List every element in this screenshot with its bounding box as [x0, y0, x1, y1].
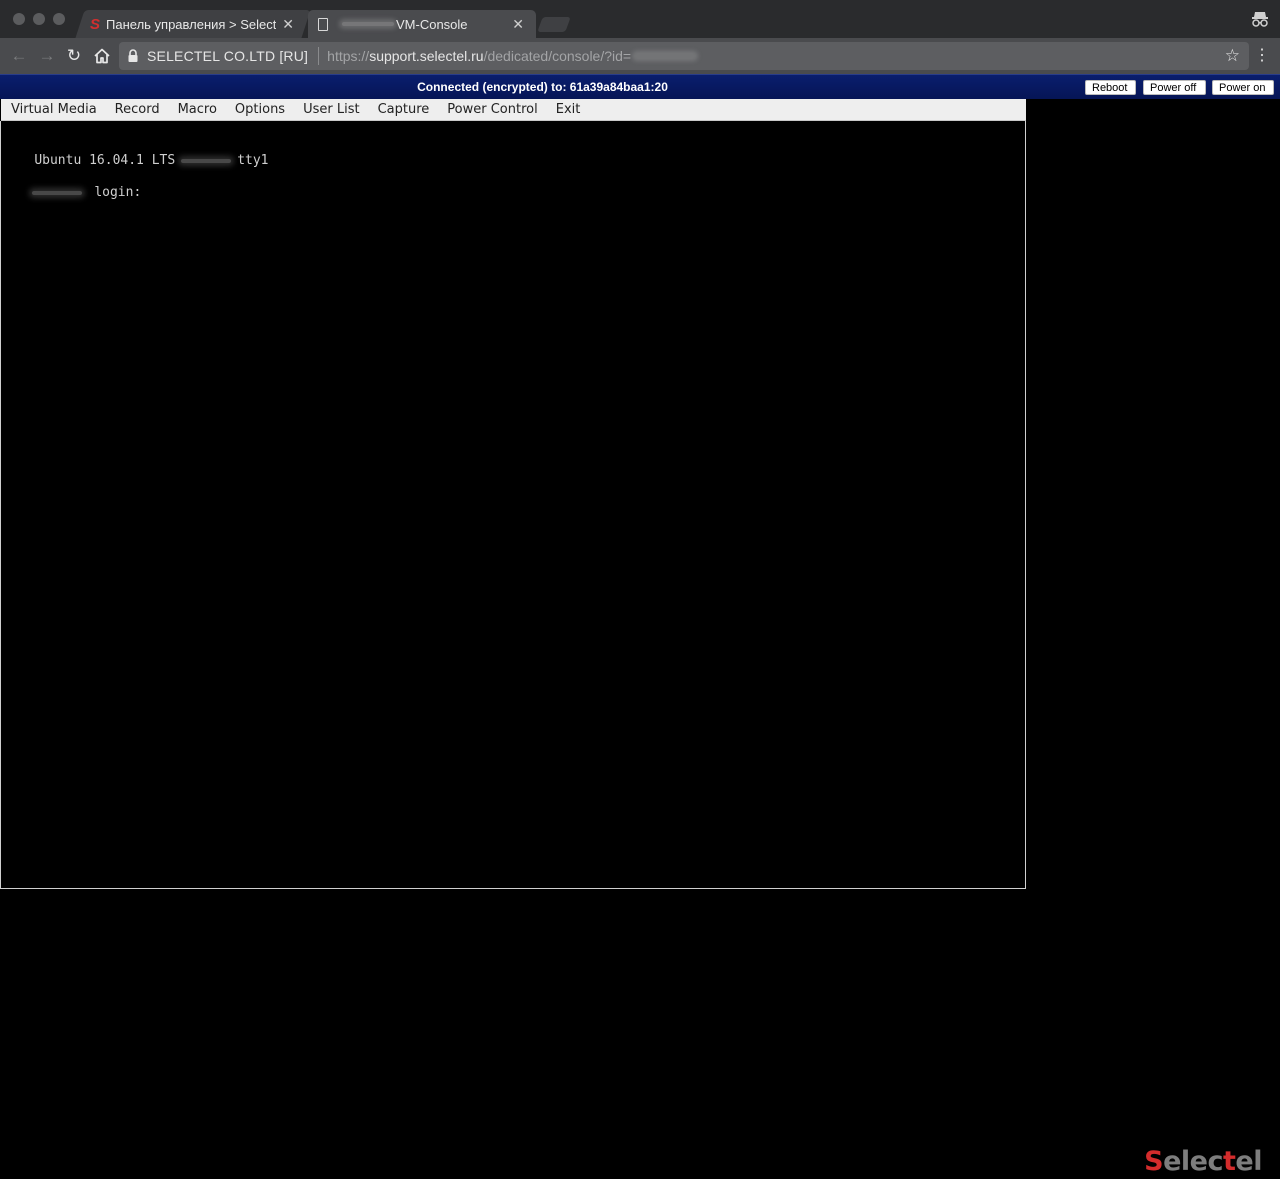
window-zoom-button[interactable] [53, 13, 65, 25]
login-prompt: login: [94, 185, 142, 200]
menu-user-list[interactable]: User List [294, 102, 369, 117]
redacted-text [635, 54, 696, 58]
window-close-button[interactable] [13, 13, 25, 25]
menu-exit[interactable]: Exit [547, 102, 590, 117]
console-line-login: login: [1, 170, 141, 215]
back-arrow-icon[interactable]: ← [9, 46, 29, 66]
url-path: /dedicated/console/?id= [483, 48, 632, 64]
menu-virtual-media[interactable]: Virtual Media [1, 102, 106, 117]
lock-icon [127, 48, 139, 64]
menu-macro[interactable]: Macro [169, 102, 226, 117]
redacted-text [342, 22, 394, 26]
reboot-button[interactable]: Reboot [1085, 80, 1136, 95]
menu-power-control[interactable]: Power Control [438, 102, 546, 117]
kvm-menu-bar: Virtual Media Record Macro Options User … [1, 99, 1026, 121]
tab-control-panel[interactable]: S Панель управления > Selecte ✕ [75, 10, 311, 38]
close-icon[interactable]: ✕ [512, 16, 524, 33]
selectel-logo: Selectel [1144, 1146, 1262, 1177]
document-icon [318, 17, 328, 31]
os-version-text: Ubuntu 16.04.1 LTS [34, 153, 176, 168]
redacted-hostname [181, 158, 232, 163]
browser-toolbar: ← → ↻ SELECTEL CO.LTD [RU] https:// supp… [0, 38, 1280, 74]
tab-title: Панель управления > Selecte [106, 16, 277, 32]
power-on-button[interactable]: Power on [1212, 80, 1274, 95]
selectel-s-icon: S [90, 15, 101, 33]
menu-capture[interactable]: Capture [369, 102, 439, 117]
forward-arrow-icon[interactable]: → [37, 46, 57, 66]
tab-vm-console[interactable]: VM-Console ✕ [308, 10, 536, 38]
reload-icon[interactable]: ↻ [64, 46, 84, 66]
url-scheme: https:// [327, 48, 370, 64]
url-host: support.selectel.ru [369, 48, 484, 64]
connection-status: Connected (encrypted) to: 61a39a84baa1:2… [417, 80, 668, 94]
address-bar[interactable]: SELECTEL CO.LTD [RU] https:// support.se… [119, 42, 1249, 70]
new-tab-button[interactable] [537, 17, 571, 32]
site-identity: SELECTEL CO.LTD [RU] [147, 48, 309, 64]
incognito-icon [1252, 12, 1268, 27]
tty-text: tty1 [237, 153, 269, 168]
menu-options[interactable]: Options [226, 102, 294, 117]
home-icon[interactable] [92, 46, 112, 66]
browser-tab-strip: S Панель управления > Selecte ✕ VM-Conso… [0, 0, 1280, 38]
console-screen[interactable]: Ubuntu 16.04.1 LTS tty1 login: [0, 121, 1026, 889]
tab-title: VM-Console [396, 16, 468, 32]
bookmark-star-icon[interactable]: ☆ [1225, 47, 1240, 65]
window-minimize-button[interactable] [33, 13, 45, 25]
kvm-status-bar: Connected (encrypted) to: 61a39a84baa1:2… [0, 74, 1280, 99]
menu-record[interactable]: Record [106, 102, 169, 117]
redacted-hostname [32, 190, 83, 195]
menu-kebab-icon[interactable]: ⋮ [1254, 47, 1270, 65]
close-icon[interactable]: ✕ [282, 16, 294, 33]
power-off-button[interactable]: Power off [1143, 80, 1206, 95]
